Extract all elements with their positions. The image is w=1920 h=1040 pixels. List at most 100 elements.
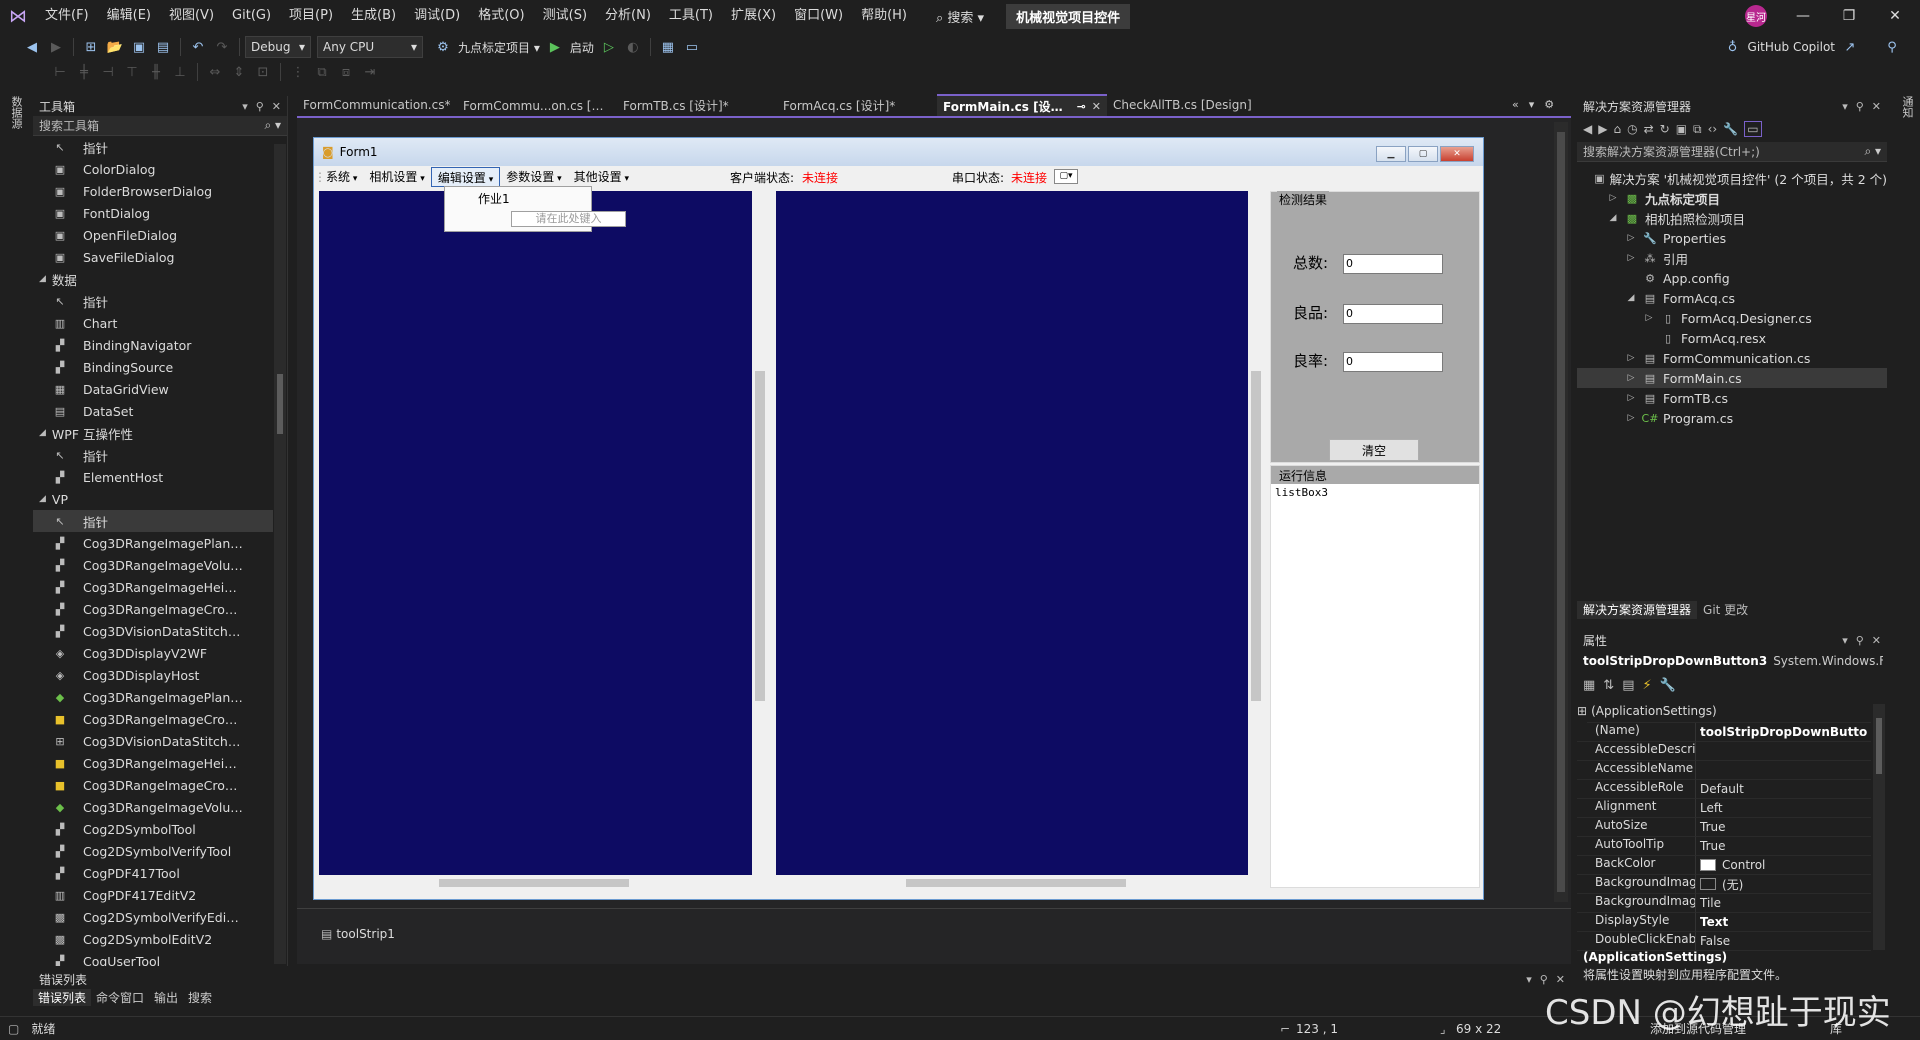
document-tab[interactable]: FormCommunication.cs* bbox=[297, 94, 457, 116]
solution-tree-item[interactable]: ◢ ▩ 相机拍照检测项目 bbox=[1577, 208, 1887, 228]
toolbox-item[interactable]: ▞ Cog3DRangeImageHeightCal... bbox=[33, 576, 273, 598]
property-row[interactable]: DisplayStyle Text bbox=[1577, 913, 1871, 932]
close-icon[interactable]: ✕ bbox=[272, 100, 281, 113]
toolbox-item[interactable]: ▣ ColorDialog bbox=[33, 158, 273, 180]
toolbox-category[interactable]: ◢ VP bbox=[33, 488, 273, 510]
toolbox-item[interactable]: ↖ 指针 bbox=[33, 444, 273, 466]
toolbox-item[interactable]: ▥ CogPDF417EditV2 bbox=[33, 884, 273, 906]
wrench-icon[interactable]: 🔧 bbox=[1723, 122, 1738, 136]
align-rights-icon[interactable]: ⊣ bbox=[98, 62, 118, 82]
solution-tree-item[interactable]: ▷ ▤ FormCommunication.cs bbox=[1577, 348, 1887, 368]
menu-item[interactable]: 调试(D) bbox=[405, 0, 469, 32]
notifications-tab[interactable]: 通知 bbox=[1899, 96, 1915, 118]
restore-button[interactable]: ❐ bbox=[1826, 0, 1872, 32]
tab-order-icon[interactable]: ⇥ bbox=[360, 62, 380, 82]
solution-explorer-tab[interactable]: 解决方案资源管理器 bbox=[1577, 601, 1698, 619]
menu-item[interactable]: 项目(P) bbox=[280, 0, 342, 32]
properties-scroll-thumb[interactable] bbox=[1876, 718, 1882, 774]
toolbox-scrollbar[interactable] bbox=[274, 144, 286, 964]
designer-scrollbar[interactable] bbox=[1554, 122, 1568, 902]
right-display-hscroll-thumb[interactable] bbox=[906, 879, 1126, 887]
toolbox-item[interactable]: ◈ Cog3DDisplayHost bbox=[33, 664, 273, 686]
property-value[interactable] bbox=[1695, 742, 1871, 761]
solution-tree-item[interactable]: ▷ ⁂ 引用 bbox=[1577, 248, 1887, 268]
open-file-icon[interactable]: 📂 bbox=[105, 37, 125, 57]
gear-icon[interactable]: ⚙ bbox=[1544, 98, 1554, 116]
clear-button[interactable]: 清空 bbox=[1329, 439, 1419, 461]
document-tab[interactable]: CheckAllTB.cs [Design] bbox=[1107, 94, 1267, 116]
right-display-hscrollbar[interactable] bbox=[776, 875, 1248, 891]
document-tab[interactable]: FormCommu...on.cs [设计]* bbox=[457, 94, 617, 116]
property-row[interactable]: AccessibleRole Default bbox=[1577, 780, 1871, 799]
toolbox-item[interactable]: ▣ SaveFileDialog bbox=[33, 246, 273, 268]
property-row[interactable]: AutoSize True bbox=[1577, 818, 1871, 837]
search-button[interactable]: ⌕ 搜索 ▾ bbox=[928, 7, 992, 26]
property-row[interactable]: AutoToolTip True bbox=[1577, 837, 1871, 856]
search-icon[interactable]: ⌕ ▾ bbox=[1864, 144, 1887, 159]
property-value[interactable]: Left bbox=[1695, 799, 1871, 818]
collapse-caret-icon[interactable]: ◢ bbox=[39, 428, 46, 438]
back-icon[interactable]: ◀ bbox=[1583, 122, 1592, 136]
left-display-vscrollbar[interactable] bbox=[752, 191, 768, 875]
save-icon[interactable]: ▣ bbox=[129, 37, 149, 57]
solution-tree-item[interactable]: ▣ 解决方案 '机械视觉项目控件' (2 个项目，共 2 个) bbox=[1577, 168, 1887, 188]
toolbox-item[interactable]: ▣ FontDialog bbox=[33, 202, 273, 224]
redo-icon[interactable]: ↷ bbox=[212, 37, 232, 57]
document-tab[interactable]: FormAcq.cs [设计]* bbox=[777, 94, 937, 116]
dropdown-icon[interactable]: ▾ bbox=[242, 100, 248, 113]
share-icon[interactable]: ↗ bbox=[1840, 37, 1860, 57]
property-value[interactable]: Default bbox=[1695, 780, 1871, 799]
form-minimize-button[interactable]: ▁ bbox=[1376, 146, 1406, 162]
play-icon[interactable]: ▶ bbox=[545, 37, 565, 57]
toolbox-item[interactable]: ▞ Cog3DRangeImageVolumeCa... bbox=[33, 554, 273, 576]
same-height-icon[interactable]: ⇕ bbox=[229, 62, 249, 82]
close-icon[interactable]: ✕ bbox=[1556, 973, 1565, 986]
image-display-left[interactable] bbox=[319, 191, 752, 875]
collapse-icon[interactable]: ▣ bbox=[1676, 122, 1687, 136]
property-row[interactable]: BackgroundImage (无) bbox=[1577, 875, 1871, 894]
expand-caret-icon[interactable]: ◢ bbox=[1607, 213, 1619, 223]
document-tab[interactable]: FormMain.cs [设计]* ⊸ ✕ bbox=[937, 94, 1107, 116]
tab-list-icon[interactable]: « bbox=[1512, 98, 1519, 116]
expand-caret-icon[interactable]: ▷ bbox=[1625, 413, 1637, 423]
solution-tree-item[interactable]: ▷ 🔧 Properties bbox=[1577, 228, 1887, 248]
history-icon[interactable]: ◷ bbox=[1627, 122, 1637, 136]
menu-item[interactable]: Git(G) bbox=[223, 0, 280, 32]
expand-caret-icon[interactable]: ▷ bbox=[1625, 393, 1637, 403]
align-middles-icon[interactable]: ╫ bbox=[146, 62, 166, 82]
left-display-vscroll-thumb[interactable] bbox=[755, 371, 765, 701]
configuration-select[interactable]: Debug ▾ bbox=[245, 36, 311, 58]
spacing-icon[interactable]: ⋮ bbox=[288, 62, 308, 82]
error-list-tab[interactable]: 搜索 bbox=[183, 989, 217, 1006]
pin-icon[interactable]: ⚲ bbox=[1856, 634, 1864, 647]
menu-item[interactable]: 生成(B) bbox=[342, 0, 405, 32]
properties-object-select[interactable]: toolStripDropDownButton3 System.Windows.… bbox=[1577, 650, 1883, 672]
toolbox-item[interactable]: ▞ BindingSource bbox=[33, 356, 273, 378]
solution-tree-item[interactable]: ▯ FormAcq.resx bbox=[1577, 328, 1887, 348]
undo-icon[interactable]: ↶ bbox=[188, 37, 208, 57]
toolbox-item[interactable]: ▞ ElementHost bbox=[33, 466, 273, 488]
github-copilot-button[interactable]: ♁ GitHub Copilot ↗ bbox=[1721, 37, 1862, 57]
pin-icon[interactable]: ⚲ bbox=[256, 100, 264, 113]
menu-item[interactable]: 工具(T) bbox=[660, 0, 722, 32]
property-pages-icon[interactable]: 🔧 bbox=[1660, 678, 1676, 693]
alphabetical-icon[interactable]: ⇅ bbox=[1603, 678, 1614, 693]
search-icon[interactable]: ⌕ ▾ bbox=[264, 118, 287, 133]
dropdown-icon[interactable]: ▾ bbox=[1842, 634, 1848, 647]
tray-item-toolstrip[interactable]: ▤ toolStrip1 bbox=[321, 927, 395, 941]
layout-icon[interactable]: ▭ bbox=[682, 37, 702, 57]
toolbox-item[interactable]: ↖ 指针 bbox=[33, 290, 273, 312]
left-display-hscroll-thumb[interactable] bbox=[439, 879, 629, 887]
toolbox-item[interactable]: ◆ Cog3DRangeImagePlaneEsti... bbox=[33, 686, 273, 708]
dropdown-type-here-input[interactable]: 请在此处键入 bbox=[511, 211, 626, 227]
property-value[interactable]: toolStripDropDownButto bbox=[1695, 723, 1871, 742]
property-value[interactable] bbox=[1695, 761, 1871, 780]
solution-tree-item[interactable]: ▷ ▤ FormMain.cs bbox=[1577, 368, 1887, 388]
back-icon[interactable]: ◀ bbox=[22, 37, 42, 57]
close-icon[interactable]: ✕ bbox=[1872, 100, 1881, 113]
toolbox-item[interactable]: ■ Cog3DRangeImageCrossSecti... bbox=[33, 708, 273, 730]
expand-caret-icon[interactable]: ▷ bbox=[1643, 313, 1655, 323]
toolbox-item[interactable]: ▞ CogPDF417Tool bbox=[33, 862, 273, 884]
property-value[interactable]: False bbox=[1695, 932, 1871, 951]
menu-item[interactable]: 分析(N) bbox=[596, 0, 660, 32]
